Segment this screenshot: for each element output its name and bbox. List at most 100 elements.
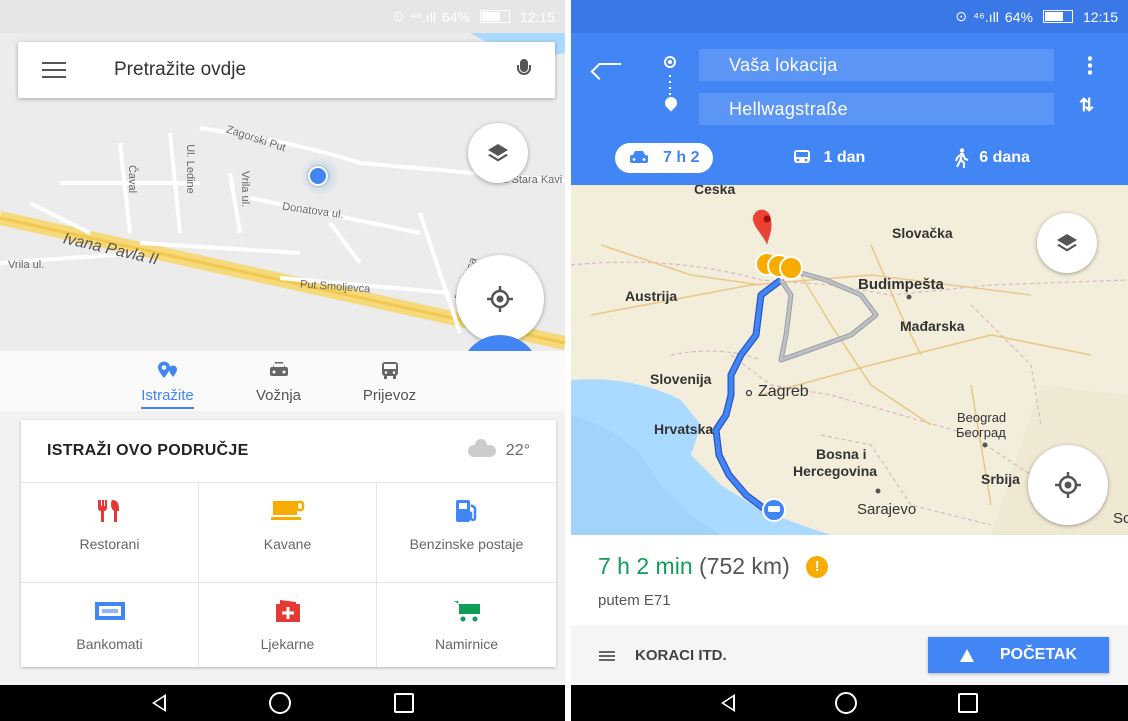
layers-button[interactable] <box>468 123 528 183</box>
temperature: 22° <box>505 442 530 459</box>
mode-driving[interactable]: 7 h 2 <box>615 143 714 173</box>
clock: 12:15 <box>1082 8 1118 25</box>
map-label: Sc <box>1113 510 1128 527</box>
mode-transit[interactable]: 1 dan <box>793 149 865 167</box>
car-icon <box>630 151 648 163</box>
gas-station-icon <box>455 500 476 522</box>
swap-icon[interactable]: ⇅ <box>1079 95 1094 116</box>
category-groceries[interactable]: Namirnice <box>377 583 556 667</box>
mode-label: 6 dana <box>979 149 1030 166</box>
tab-label: Vožnja <box>255 387 302 404</box>
map-label: Čaval <box>126 164 139 194</box>
microphone-icon[interactable] <box>517 59 531 81</box>
map-label: Slovačka <box>892 225 953 241</box>
category-restaurants[interactable]: Restorani <box>21 483 199 583</box>
card-title: ISTRAŽI OVO PODRUČJE <box>47 442 249 459</box>
back-arrow-icon[interactable] <box>599 63 621 65</box>
atm-icon <box>94 602 125 620</box>
tab-label: Prijevoz <box>362 387 417 404</box>
mode-walking[interactable]: 6 dana <box>953 148 1030 168</box>
map-label: Slovenija <box>650 371 712 387</box>
map-label: Vrila ul. <box>8 259 45 271</box>
recents-nav-icon[interactable] <box>957 693 978 713</box>
tab-label: Istražite <box>141 387 194 409</box>
category-cafes[interactable]: Kavane <box>199 483 377 583</box>
map-label: Mađarska <box>900 318 965 334</box>
map-label: Česka <box>694 185 736 197</box>
map-label: Beograd <box>957 410 1007 425</box>
explore-card: ISTRAŽI OVO PODRUČJE 22° Restorani Kavan… <box>21 420 556 667</box>
route-summary[interactable]: 7 h 2 min (752 km) ! putem E71 <box>571 535 1128 625</box>
tab-transit[interactable]: Prijevoz <box>334 351 445 411</box>
destination-field[interactable]: Hellwagstraße <box>699 93 1054 125</box>
map-label: Austrija <box>625 288 678 304</box>
layers-button[interactable] <box>1037 213 1097 273</box>
search-bar[interactable]: Pretražite ovdje <box>18 42 555 98</box>
cloud-icon <box>467 439 496 457</box>
directions-header: Vaša lokacija Hellwagstraße ⇅ 7 h 2 1 da… <box>571 33 1128 185</box>
category-label: Bankomati <box>76 636 143 652</box>
tab-explore[interactable]: Istražite <box>112 351 223 411</box>
transit-icon <box>794 150 811 163</box>
pharmacy-icon <box>275 600 300 622</box>
mode-label: 7 h 2 <box>663 149 700 166</box>
origin-field[interactable]: Vaša lokacija <box>699 49 1054 81</box>
crosshair-icon <box>487 286 513 312</box>
battery-percent: 64% <box>441 8 470 25</box>
map-label: Srbija <box>981 471 1020 487</box>
category-label: Namirnice <box>434 636 498 652</box>
route-dots-icon <box>669 75 671 97</box>
travel-modes: 7 h 2 1 dan 6 dana <box>571 138 1128 178</box>
map-label: Sarajevo <box>857 501 917 518</box>
location-status-icon: ⊙ <box>392 8 405 24</box>
android-nav-bar <box>571 685 1128 721</box>
search-input[interactable]: Pretražite ovdje <box>114 59 517 81</box>
left-phone-screen: ⊙ ⁴⁶.ıll 64% 12:15 Zagorski Put Ul. Ledi… <box>0 0 565 721</box>
more-options-icon[interactable] <box>1088 55 1092 75</box>
android-nav-bar <box>0 685 565 721</box>
status-bar: ⊙ ⁴⁶.ıll 64% 12:15 <box>571 0 1128 33</box>
bottom-tabs: Istražite Vožnja Prijevoz <box>0 351 565 411</box>
mode-label: 1 dan <box>823 149 866 166</box>
explore-pin-icon <box>157 361 177 378</box>
steps-button[interactable]: KORACI ITD. <box>599 647 727 664</box>
restaurant-icon <box>97 500 119 522</box>
tab-driving[interactable]: Vožnja <box>223 351 334 411</box>
menu-icon[interactable] <box>42 62 66 78</box>
my-location-dot <box>308 166 328 186</box>
battery-icon <box>479 10 510 23</box>
route-actions: KORACI ITD. POČETAK <box>571 625 1128 685</box>
category-pharmacies[interactable]: Ljekarne <box>199 583 377 667</box>
category-atms[interactable]: Bankomati <box>21 583 199 667</box>
category-label: Kavane <box>263 536 312 552</box>
start-label: POČETAK <box>999 646 1078 663</box>
map-label: Bosna i <box>816 446 867 462</box>
map-label: Zagreb <box>758 383 809 400</box>
back-nav-icon[interactable] <box>151 694 166 712</box>
destination-pin-icon <box>662 94 680 112</box>
route-map[interactable]: Česka Slovačka Austrija Budimpešta Mađar… <box>571 185 1128 535</box>
car-icon <box>269 362 288 376</box>
map-label: Ul. Ledine <box>183 144 196 194</box>
home-nav-icon[interactable] <box>835 692 858 714</box>
my-location-button[interactable] <box>456 255 544 343</box>
layers-icon <box>1057 234 1077 252</box>
warning-icon[interactable]: ! <box>806 556 829 578</box>
category-grid: Restorani Kavane Benzinske postaje Banko… <box>21 483 556 667</box>
recents-nav-icon[interactable] <box>393 693 414 713</box>
status-bar: ⊙ ⁴⁶.ıll 64% 12:15 <box>0 0 565 33</box>
route-via: putem E71 <box>598 592 671 609</box>
battery-icon <box>1042 10 1073 23</box>
signal-text: ⁴⁶.ıll <box>973 8 999 25</box>
category-label: Benzinske postaje <box>409 536 524 552</box>
map-label: Budimpešta <box>858 276 944 293</box>
list-icon <box>599 650 615 661</box>
map-label: Vrila ul. <box>239 170 252 208</box>
category-label: Ljekarne <box>260 636 315 652</box>
category-gas-stations[interactable]: Benzinske postaje <box>377 483 556 583</box>
back-nav-icon[interactable] <box>721 694 736 712</box>
walk-icon <box>955 148 969 168</box>
home-nav-icon[interactable] <box>268 692 291 714</box>
my-location-button[interactable] <box>1028 445 1108 525</box>
start-button[interactable]: POČETAK <box>928 637 1109 673</box>
